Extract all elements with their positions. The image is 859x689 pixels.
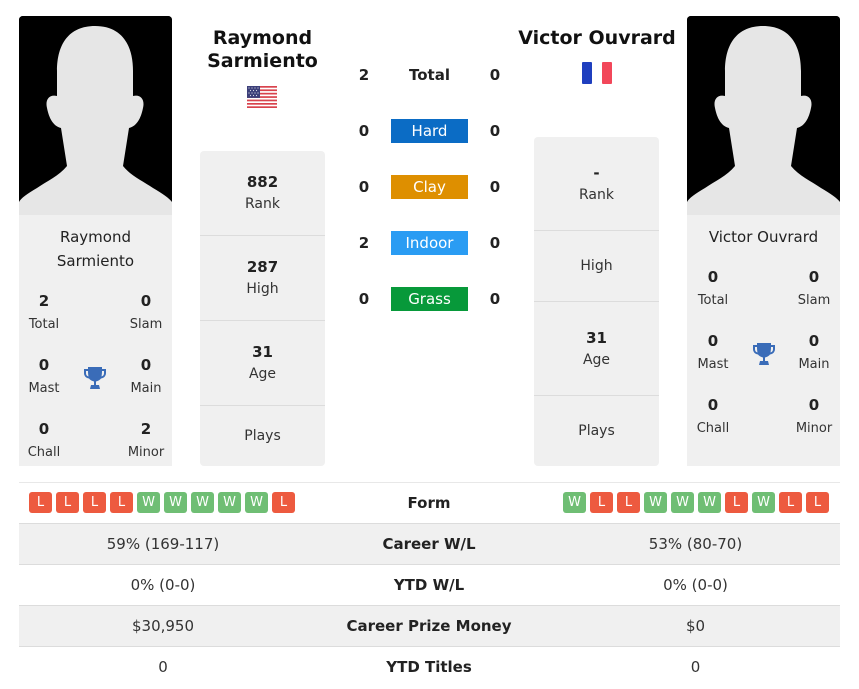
player1-rank: 882 Rank — [200, 151, 325, 236]
silhouette-icon — [687, 16, 840, 215]
silhouette-icon — [19, 16, 172, 215]
player2-titles-card: Victor Ouvrard 0 Total 0 Slam 0 Mast 0 M… — [687, 215, 840, 466]
h2h-hard-player2-count: 0 — [489, 122, 501, 140]
player2-card-name: Victor Ouvrard — [708, 228, 819, 246]
player2-titles-total: 0 Total — [697, 268, 729, 308]
form-badge-loss[interactable]: L — [806, 492, 829, 513]
player2-value: $0 — [685, 617, 706, 635]
h2h-total-player2-count: 0 — [489, 66, 501, 84]
form-badge-win[interactable]: W — [164, 492, 187, 513]
player1-titles-card: Raymond Sarmiento 2 Total 0 Slam 0 Mast … — [19, 215, 172, 466]
player1-titles-minor: 2 Minor — [127, 420, 165, 460]
player1-form-badges: LLLLWWWWWL — [29, 492, 295, 513]
comparison-row: 0% (0-0) YTD W/L 0% (0-0) — [19, 564, 840, 605]
form-badge-win[interactable]: W — [191, 492, 214, 513]
player1-high: 287 High — [200, 236, 325, 321]
player2-value: 0% (0-0) — [663, 576, 728, 594]
row-label: YTD W/L — [393, 576, 465, 594]
h2h-total-label: Total — [409, 66, 450, 84]
form-badge-win[interactable]: W — [245, 492, 268, 513]
form-badge-win[interactable]: W — [218, 492, 241, 513]
h2h-clay-player1-count: 0 — [358, 178, 370, 196]
h2h-hard-player1-count: 0 — [358, 122, 370, 140]
row-label: Career Prize Money — [346, 617, 512, 635]
form-badge-loss[interactable]: L — [725, 492, 748, 513]
h2h-row-total: 2 Total 0 — [350, 63, 510, 87]
player1-age: 31 Age — [200, 321, 325, 406]
comparison-row: $30,950 Career Prize Money $0 — [19, 605, 840, 646]
trophy-icon — [83, 365, 107, 391]
h2h-row-grass: 0 Grass 0 — [350, 287, 510, 311]
comparison-row: 59% (169-117) Career W/L 53% (80-70) — [19, 523, 840, 564]
form-badge-loss[interactable]: L — [272, 492, 295, 513]
player1-photo — [19, 16, 172, 215]
player2-value: 0 — [690, 658, 701, 676]
trophy-icon — [752, 341, 776, 367]
form-badge-win[interactable]: W — [752, 492, 775, 513]
surface-badge-clay: Clay — [391, 175, 468, 199]
player1-titles-main: 0 Main — [130, 356, 162, 396]
player1-card-name-line1: Raymond — [60, 228, 131, 246]
player2-photo — [687, 16, 840, 215]
player1-value: 59% (169-117) — [106, 535, 220, 553]
player1-value: 0% (0-0) — [130, 576, 196, 594]
form-badge-loss[interactable]: L — [779, 492, 802, 513]
player2-titles-minor: 0 Minor — [795, 396, 833, 436]
h2h-row-indoor: 2 Indoor 0 — [350, 231, 510, 255]
player2-value: 53% (80-70) — [648, 535, 743, 553]
player2-stats-column: - Rank High 31 Age Plays — [534, 137, 659, 466]
form-badge-loss[interactable]: L — [590, 492, 613, 513]
h2h-row-clay: 0 Clay 0 — [350, 175, 510, 199]
h2h-indoor-player2-count: 0 — [489, 234, 501, 252]
form-badge-win[interactable]: W — [563, 492, 586, 513]
player1-titles-slam: 0 Slam — [129, 292, 163, 332]
form-badge-win[interactable]: W — [671, 492, 694, 513]
player1-stats-column: 882 Rank 287 High 31 Age Plays — [200, 151, 325, 466]
player2-form-badges: WLLWWWLWLL — [563, 492, 829, 513]
player1-titles-total: 2 Total — [28, 292, 60, 332]
row-label: YTD Titles — [386, 658, 472, 676]
form-badge-loss[interactable]: L — [56, 492, 79, 513]
us-flag-icon — [247, 86, 277, 108]
player1-value: 0 — [158, 658, 168, 676]
player2-plays: Plays — [578, 423, 615, 439]
form-row: LLLLWWWWWL Form WLLWWWLWLL — [19, 482, 840, 523]
form-badge-loss[interactable]: L — [110, 492, 133, 513]
player1-plays: Plays — [244, 428, 281, 444]
player2-titles-chall: 0 Chall — [696, 396, 730, 436]
surface-badge-indoor: Indoor — [391, 231, 468, 255]
player2-titles-slam: 0 Slam — [797, 268, 831, 308]
player1-card-name-line2: Sarmiento — [56, 252, 135, 270]
form-badge-loss[interactable]: L — [29, 492, 52, 513]
player1-titles-chall: 0 Chall — [27, 420, 61, 460]
player2-titles-mast: 0 Mast — [697, 332, 729, 372]
comparison-row: 0 YTD Titles 0 — [19, 646, 840, 687]
player1-titles-mast: 0 Mast — [28, 356, 60, 396]
h2h-total-player1-count: 2 — [358, 66, 370, 84]
form-badge-loss[interactable]: L — [617, 492, 640, 513]
player1-value: $30,950 — [131, 617, 195, 635]
form-badge-win[interactable]: W — [698, 492, 721, 513]
h2h-grass-player1-count: 0 — [358, 290, 370, 308]
form-badge-win[interactable]: W — [644, 492, 667, 513]
player2-titles-main: 0 Main — [798, 332, 830, 372]
player2-rank: - Rank — [534, 137, 659, 231]
form-label: Form — [407, 494, 451, 512]
row-label: Career W/L — [382, 535, 476, 553]
comparison-table: 59% (169-117) Career W/L 53% (80-70) 0% (0-… — [19, 523, 840, 687]
surface-badge-hard: Hard — [391, 119, 468, 143]
player1-heading-name[interactable]: Raymond Sarmiento — [195, 27, 330, 73]
form-badge-win[interactable]: W — [137, 492, 160, 513]
france-flag-icon — [582, 62, 612, 84]
form-badge-loss[interactable]: L — [83, 492, 106, 513]
h2h-indoor-player1-count: 2 — [358, 234, 370, 252]
player2-high: High — [534, 231, 659, 302]
player2-age: 31 Age — [534, 302, 659, 396]
h2h-row-hard: 0 Hard 0 — [350, 119, 510, 143]
h2h-clay-player2-count: 0 — [489, 178, 501, 196]
h2h-grass-player2-count: 0 — [489, 290, 501, 308]
surface-badge-grass: Grass — [391, 287, 468, 311]
player2-heading-name[interactable]: Victor Ouvrard — [508, 27, 686, 50]
